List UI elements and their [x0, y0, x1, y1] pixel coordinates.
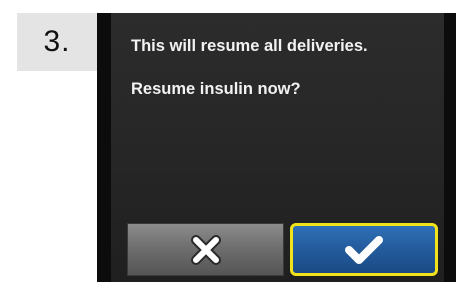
step-number: 3.: [43, 25, 71, 58]
dialog-message-line-2: Resume insulin now?: [131, 80, 301, 98]
confirm-button[interactable]: [290, 223, 438, 276]
instruction-step-panel: 3. This will resume all deliveries. Resu…: [0, 0, 473, 282]
dialog-message-line-1: This will resume all deliveries.: [131, 37, 368, 55]
cancel-button[interactable]: [127, 223, 284, 276]
close-icon: [190, 234, 221, 265]
checkmark-icon: [344, 235, 384, 265]
step-number-box: 3.: [17, 13, 97, 71]
